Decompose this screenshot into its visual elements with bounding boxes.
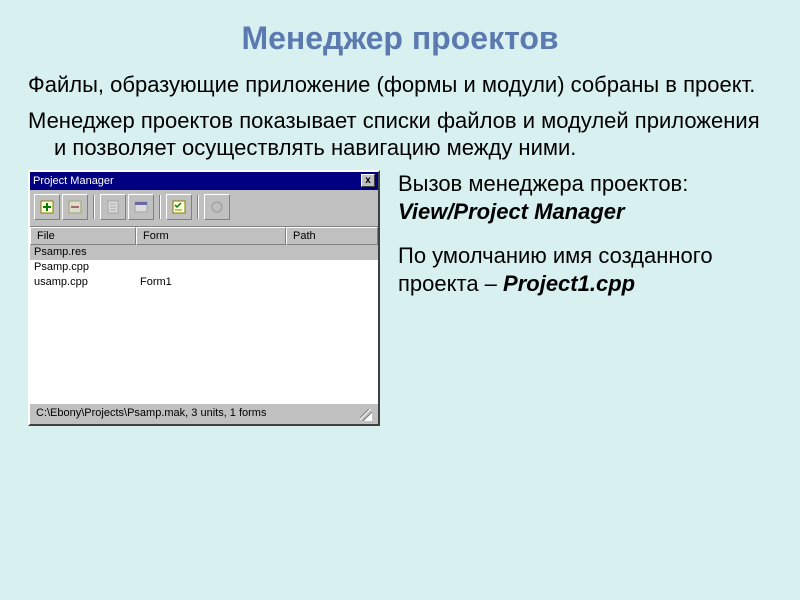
update-button[interactable] — [204, 194, 230, 220]
slide-title: Менеджер проектов — [28, 20, 772, 57]
project-manager-window: Project Manager x — [28, 170, 380, 426]
menu-path: View/Project Manager — [398, 199, 625, 224]
form-icon — [133, 199, 149, 215]
cell-file: usamp.cpp — [30, 275, 136, 290]
cell-path — [286, 245, 378, 260]
call-label: Вызов менеджера проектов: — [398, 171, 688, 196]
cell-file: Psamp.cpp — [30, 260, 136, 275]
plus-icon — [39, 199, 55, 215]
document-icon — [105, 199, 121, 215]
checklist-icon — [171, 199, 187, 215]
status-bar: C:\Ebony\Projects\Psamp.mak, 3 units, 1 … — [30, 403, 378, 424]
options-button[interactable] — [166, 194, 192, 220]
default-project-name: Project1.cpp — [503, 271, 635, 296]
cell-file: Psamp.res — [30, 245, 136, 260]
view-unit-button[interactable] — [100, 194, 126, 220]
file-list[interactable]: Psamp.res Psamp.cpp usamp.cpp Form1 — [30, 245, 378, 403]
table-row[interactable]: Psamp.cpp — [30, 260, 378, 275]
toolbar-separator-2 — [159, 195, 161, 219]
table-row[interactable]: Psamp.res — [30, 245, 378, 260]
cell-form — [136, 260, 286, 275]
header-path[interactable]: Path — [286, 227, 378, 245]
intro-paragraph-2: Менеджер проектов показывает списки файл… — [28, 107, 772, 162]
status-text: C:\Ebony\Projects\Psamp.mak, 3 units, 1 … — [36, 407, 266, 421]
table-row[interactable]: usamp.cpp Form1 — [30, 275, 378, 290]
resize-grip-icon[interactable] — [358, 407, 372, 421]
toolbar-separator-3 — [197, 195, 199, 219]
header-form[interactable]: Form — [136, 227, 286, 245]
cell-path — [286, 260, 378, 275]
add-button[interactable] — [34, 194, 60, 220]
minus-icon — [67, 199, 83, 215]
intro-paragraph-1: Файлы, образующие приложение (формы и мо… — [28, 71, 772, 99]
remove-button[interactable] — [62, 194, 88, 220]
column-headers: File Form Path — [30, 227, 378, 245]
toolbar-separator — [93, 195, 95, 219]
cell-path — [286, 275, 378, 290]
cell-form — [136, 245, 286, 260]
cell-form: Form1 — [136, 275, 286, 290]
view-form-button[interactable] — [128, 194, 154, 220]
header-file[interactable]: File — [30, 227, 136, 245]
window-titlebar[interactable]: Project Manager x — [30, 172, 378, 190]
close-icon[interactable]: x — [361, 174, 375, 187]
refresh-icon — [209, 199, 225, 215]
toolbar — [30, 190, 378, 227]
side-text: Вызов менеджера проектов: View/Project M… — [398, 170, 772, 426]
window-title: Project Manager — [33, 175, 114, 187]
